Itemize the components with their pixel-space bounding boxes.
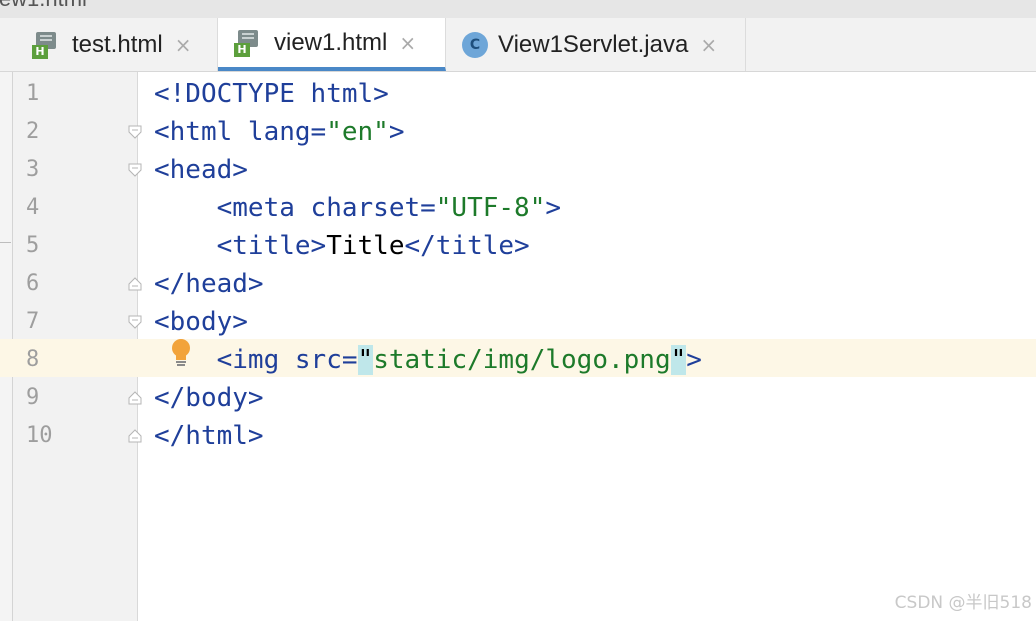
code-token: <body> <box>154 307 248 337</box>
code-token: </body> <box>154 383 264 413</box>
code-token: > <box>388 117 405 147</box>
tab-view1-html[interactable]: H view1.html × <box>218 18 446 71</box>
code-token: </head> <box>154 269 264 299</box>
tab-label: test.html <box>72 30 163 58</box>
html-file-icon: H <box>234 28 264 58</box>
code-token: <head> <box>154 155 248 185</box>
code-token: static/img/logo.png <box>373 345 671 375</box>
line-number: 1 <box>26 81 40 106</box>
code-token: "en" <box>326 117 389 147</box>
code-token: "UTF-8" <box>435 193 546 223</box>
code-token: > <box>545 193 562 223</box>
line-number: 9 <box>26 385 40 410</box>
fold-open-icon[interactable] <box>128 315 142 329</box>
watermark: CSDN @半旧518 <box>894 593 1032 613</box>
line-number: 7 <box>26 309 40 334</box>
code-token: </title> <box>404 231 530 261</box>
line-number: 8 <box>26 347 40 372</box>
line-number: 4 <box>26 195 40 220</box>
fold-close-icon[interactable] <box>128 429 142 443</box>
line-number: 2 <box>26 119 40 144</box>
close-icon[interactable]: × <box>700 33 717 57</box>
code-token: Title <box>326 231 405 261</box>
code-token: lang= <box>247 117 327 147</box>
close-icon[interactable]: × <box>175 33 192 57</box>
fold-open-icon[interactable] <box>128 125 142 139</box>
code-line[interactable]: <img src="static/img/logo.png"> <box>154 341 702 379</box>
code-token: " <box>670 345 687 375</box>
html-file-icon: H <box>32 30 62 60</box>
fold-open-icon[interactable] <box>128 163 142 177</box>
code-line[interactable]: <meta charset="UTF-8"> <box>154 189 561 227</box>
code-token: src= <box>294 345 358 375</box>
fold-close-icon[interactable] <box>128 277 142 291</box>
code-line[interactable]: <!DOCTYPE html> <box>154 75 389 113</box>
close-icon[interactable]: × <box>399 31 416 55</box>
line-number: 6 <box>26 271 40 296</box>
code-line[interactable]: <title>Title</title> <box>154 227 530 265</box>
code-token: charset= <box>310 193 436 223</box>
line-number: 5 <box>26 233 40 258</box>
java-class-icon: C <box>462 31 488 58</box>
code-token: > <box>373 79 389 109</box>
fold-close-icon[interactable] <box>128 391 142 405</box>
tab-label: View1Servlet.java <box>498 30 689 58</box>
tab-view1servlet-java[interactable]: C View1Servlet.java × <box>446 18 746 71</box>
lightbulb-icon[interactable] <box>170 338 192 368</box>
code-token: <meta <box>216 193 311 223</box>
code-line[interactable]: </head> <box>154 265 264 303</box>
code-line[interactable]: <html lang="en"> <box>154 113 404 151</box>
line-number: 10 <box>26 423 53 448</box>
line-number: 3 <box>26 157 40 182</box>
code-token: </html> <box>154 421 264 451</box>
code-token: <img <box>216 345 295 375</box>
code-line[interactable]: </html> <box>154 417 264 455</box>
code-line[interactable]: <head> <box>154 151 248 189</box>
code-token: <!DOCTYPE <box>154 79 311 109</box>
code-token: <html <box>154 117 248 147</box>
code-token: <title> <box>216 231 327 261</box>
code-token: > <box>686 345 702 375</box>
code-line[interactable]: <body> <box>154 303 248 341</box>
code-line[interactable]: </body> <box>154 379 264 417</box>
editor-tab-bar: H test.html × H view1.html × C View1Serv… <box>0 18 1036 72</box>
code-token: " <box>357 345 374 375</box>
window-title-bar: iew1.html <box>0 0 1036 18</box>
tab-test-html[interactable]: H test.html × <box>14 18 218 71</box>
window-title: iew1.html <box>0 0 87 12</box>
code-token: html <box>310 79 374 109</box>
tab-label: view1.html <box>274 28 388 56</box>
